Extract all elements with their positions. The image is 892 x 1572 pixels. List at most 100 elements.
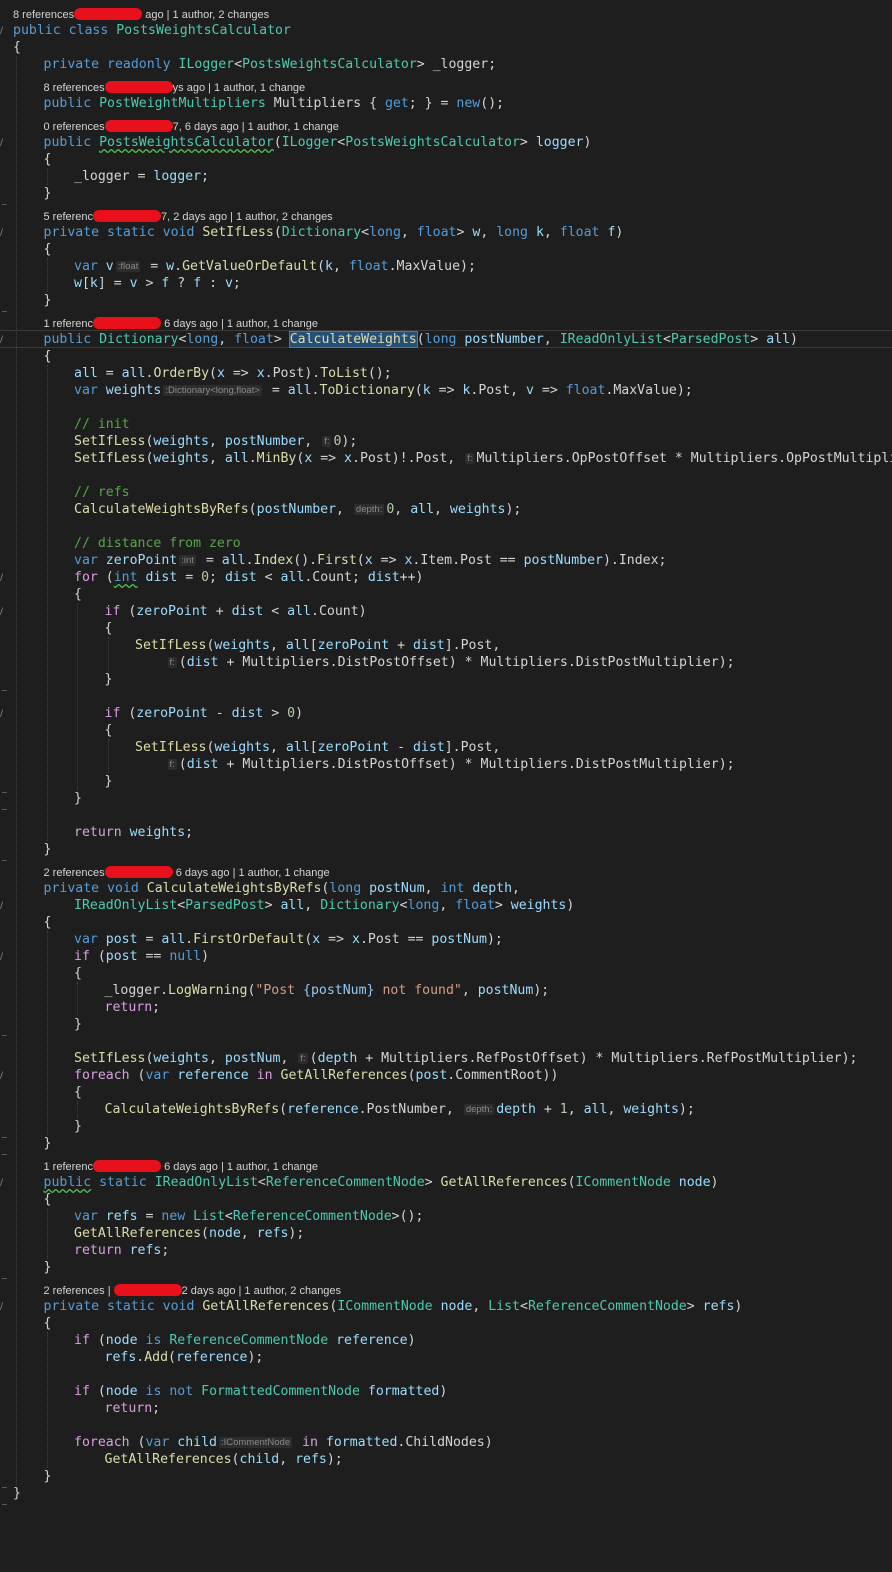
code-line[interactable]: }: [44, 185, 52, 202]
code-line[interactable]: private static void SetIfLess(Dictionary…: [44, 224, 624, 241]
code-line[interactable]: public PostWeightMultipliers Multipliers…: [44, 95, 505, 112]
code-line[interactable]: {: [44, 1191, 52, 1208]
code-line[interactable]: SetIfLess(weights, postNum, f: (depth + M…: [74, 1050, 858, 1067]
code-line[interactable]: {: [44, 1315, 52, 1332]
code-line[interactable]: return weights;: [74, 824, 193, 841]
fold-toggle-icon[interactable]: ∕: [0, 1179, 8, 1188]
code-line[interactable]: private readonly ILogger<PostsWeightsCal…: [44, 56, 497, 73]
code-line[interactable]: _logger.LogWarning("Post {postNum} not f…: [105, 982, 550, 999]
code-line[interactable]: }: [44, 292, 52, 309]
code-line[interactable]: }: [105, 773, 113, 790]
code-line[interactable]: GetAllReferences(node, refs);: [74, 1225, 304, 1242]
code-line[interactable]: if (post == null): [74, 948, 209, 965]
inlay-hint: f:: [167, 759, 177, 770]
fold-toggle-icon[interactable]: ∕: [0, 1072, 8, 1081]
codelens-annotation[interactable]: 2 referencesredacted 6 days ago | 1 auth…: [44, 866, 330, 880]
code-line[interactable]: foreach (var child:ICommentNode in forma…: [74, 1434, 493, 1451]
codelens-annotation[interactable]: 1 referencredacted 6 days ago | 1 author…: [43, 317, 318, 331]
code-line[interactable]: if (node is ReferenceCommentNode referen…: [74, 1332, 416, 1349]
code-line[interactable]: all = all.OrderBy(x => x.Post).ToList();: [74, 365, 392, 382]
code-line[interactable]: {: [44, 348, 52, 365]
fold-toggle-icon[interactable]: ∕: [0, 574, 8, 583]
code-line[interactable]: public class PostsWeightsCalculator: [13, 22, 291, 39]
codelens-annotation[interactable]: 8 referencesredactedys ago | 1 author, 1…: [44, 81, 305, 95]
code-line[interactable]: {: [13, 39, 21, 56]
codelens-annotation[interactable]: 2 references | redacted2 days ago | 1 au…: [44, 1284, 341, 1298]
code-line[interactable]: SetIfLess(weights, all[zeroPoint - dist]…: [135, 739, 500, 756]
code-line[interactable]: _logger = logger;: [74, 168, 209, 185]
fold-toggle-icon[interactable]: ∕: [0, 608, 8, 617]
code-line[interactable]: for (int dist = 0; dist < all.Count; dis…: [74, 569, 423, 586]
code-line[interactable]: f: (dist + Multipliers.DistPostOffset) * …: [166, 654, 735, 671]
code-line[interactable]: var refs = new List<ReferenceCommentNode…: [74, 1208, 423, 1225]
code-line[interactable]: private static void GetAllReferences(ICo…: [44, 1298, 743, 1315]
code-line[interactable]: SetIfLess(weights, all[zeroPoint + dist]…: [135, 637, 500, 654]
code-line[interactable]: private void CalculateWeightsByRefs(long…: [44, 880, 521, 897]
code-token: v: [129, 276, 138, 291]
fold-toggle-icon[interactable]: ∕: [0, 710, 8, 719]
code-line[interactable]: {: [44, 914, 52, 931]
fold-toggle-icon[interactable]: ∕: [0, 1303, 8, 1312]
code-token: v: [224, 276, 233, 291]
code-line[interactable]: var v:float = w.GetValueOrDefault(k, flo…: [74, 258, 476, 275]
code-line[interactable]: SetIfLess(weights, postNumber, f: 0);: [74, 433, 357, 450]
code-line[interactable]: public Dictionary<long, float> Calculate…: [44, 331, 798, 348]
code-line[interactable]: {: [44, 241, 52, 258]
code-line[interactable]: }: [44, 841, 52, 858]
code-line[interactable]: return;: [105, 999, 161, 1016]
code-line[interactable]: return refs;: [74, 1242, 169, 1259]
fold-toggle-icon[interactable]: ∕: [0, 336, 8, 345]
code-line[interactable]: }: [44, 1135, 52, 1152]
code-token: GetAllReferences: [104, 1452, 232, 1467]
code-line[interactable]: {: [105, 620, 113, 637]
code-line[interactable]: f: (dist + Multipliers.DistPostOffset) * …: [166, 756, 735, 773]
fold-toggle-icon[interactable]: ∕: [0, 229, 8, 238]
code-line[interactable]: }: [105, 671, 113, 688]
code-line[interactable]: {: [44, 151, 52, 168]
code-token: refs: [105, 1209, 138, 1224]
code-editor[interactable]: 8 referencesredacted ago | 1 author, 2 c…: [0, 0, 892, 1572]
code-token: .CommentRoot)): [447, 1068, 559, 1083]
fold-toggle-icon[interactable]: ∕: [0, 902, 8, 911]
codelens-annotation[interactable]: 8 referencesredacted ago | 1 author, 2 c…: [13, 8, 269, 22]
code-line[interactable]: var zeroPoint:int = all.Index().First(x …: [74, 552, 667, 569]
code-line[interactable]: // init: [74, 416, 130, 433]
code-token: <: [224, 1209, 233, 1224]
code-line[interactable]: GetAllReferences(child, refs);: [105, 1451, 343, 1468]
code-line[interactable]: if (zeroPoint - dist > 0): [105, 705, 304, 722]
code-line[interactable]: }: [74, 1016, 82, 1033]
codelens-annotation[interactable]: 5 referencredacted7, 2 days ago | 1 auth…: [44, 210, 333, 224]
code-line[interactable]: {: [74, 965, 82, 982]
codelens-annotation[interactable]: 1 referencredacted 6 days ago | 1 author…: [44, 1160, 318, 1174]
code-line[interactable]: var weights:Dictionary<long,float> = all…: [74, 382, 693, 399]
code-token: 1 referenc: [43, 318, 94, 330]
code-line[interactable]: }: [13, 1485, 21, 1502]
code-line[interactable]: SetIfLess(weights, all.MinBy(x => x.Post…: [74, 450, 892, 467]
code-line[interactable]: {: [105, 722, 113, 739]
code-line[interactable]: }: [44, 1259, 52, 1276]
code-line[interactable]: // refs: [74, 484, 130, 501]
code-line[interactable]: }: [44, 1468, 52, 1485]
code-line[interactable]: // distance from zero: [74, 535, 241, 552]
code-line[interactable]: w[k] = v > f ? f : v;: [74, 275, 241, 292]
code-line[interactable]: foreach (var reference in GetAllReferenc…: [74, 1067, 558, 1084]
fold-toggle-icon[interactable]: ∕: [0, 953, 8, 962]
code-line[interactable]: CalculateWeightsByRefs(reference.PostNum…: [105, 1101, 695, 1118]
code-line[interactable]: public static IReadOnlyList<ReferenceCom…: [44, 1174, 719, 1191]
code-line[interactable]: }: [74, 790, 82, 807]
code-line[interactable]: if (zeroPoint + dist < all.Count): [105, 603, 367, 620]
code-line[interactable]: public PostsWeightsCalculator(ILogger<Po…: [44, 134, 592, 151]
code-line[interactable]: return;: [105, 1400, 161, 1417]
code-line[interactable]: }: [74, 1118, 82, 1135]
fold-toggle-icon[interactable]: ∕: [0, 27, 8, 36]
codelens-annotation[interactable]: 0 referencesredacted7, 6 days ago | 1 au…: [44, 120, 339, 134]
code-line[interactable]: {: [74, 586, 82, 603]
code-line[interactable]: {: [74, 1084, 82, 1101]
fold-toggle-icon[interactable]: ∕: [0, 139, 8, 148]
code-line[interactable]: var post = all.FirstOrDefault(x => x.Pos…: [74, 931, 503, 948]
code-line[interactable]: IReadOnlyList<ParsedPost> all, Dictionar…: [74, 897, 574, 914]
code-line[interactable]: refs.Add(reference);: [105, 1349, 264, 1366]
code-line[interactable]: CalculateWeightsByRefs(postNumber, depth…: [74, 501, 521, 518]
redaction-mark: redacted: [74, 8, 143, 20]
code-line[interactable]: if (node is not FormattedCommentNode for…: [74, 1383, 447, 1400]
